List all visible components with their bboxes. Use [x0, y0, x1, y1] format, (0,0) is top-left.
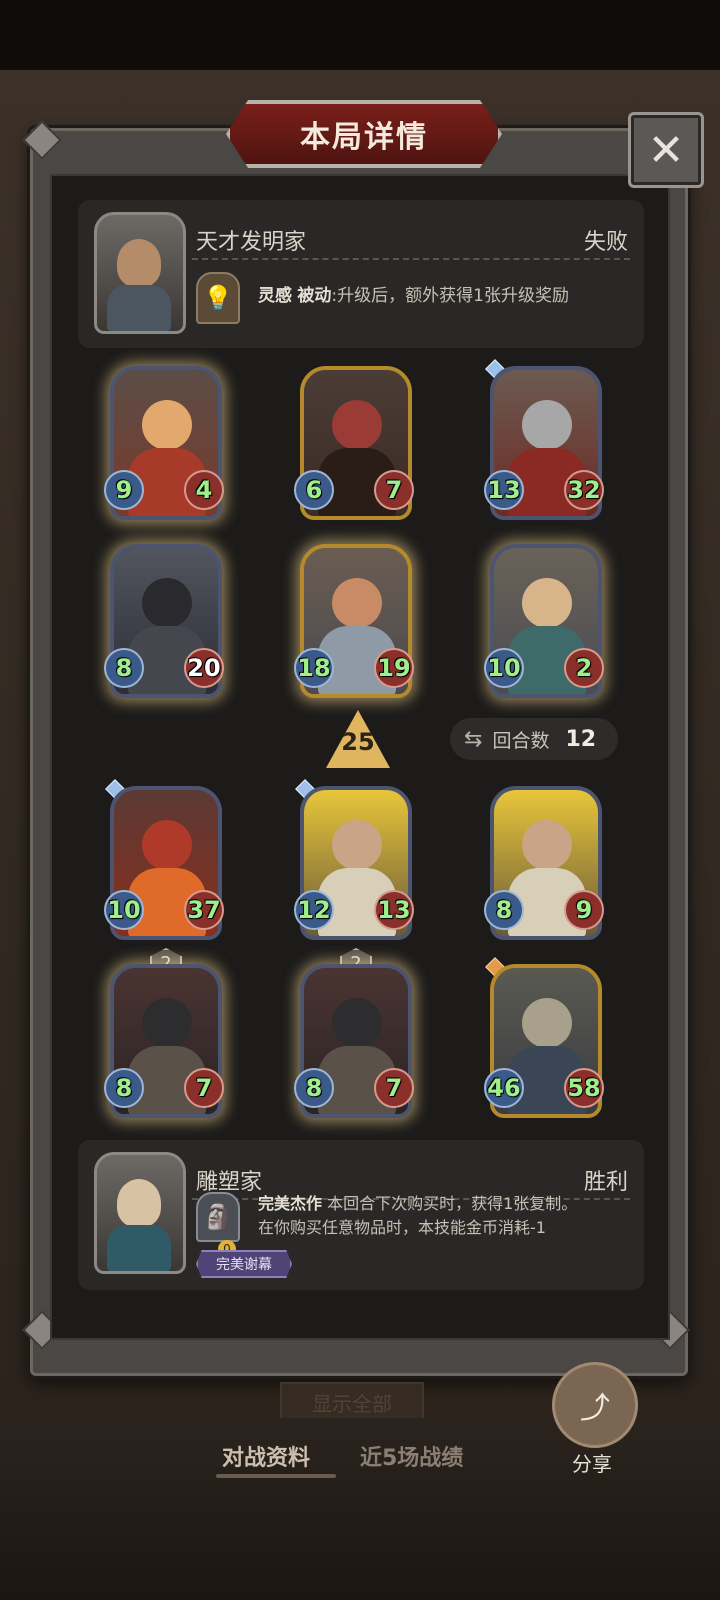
unit-card[interactable]: 10 2 — [484, 540, 604, 700]
avatar[interactable] — [94, 212, 186, 334]
player-info-loser: 天才发明家 失败 💡 灵感 被动:升级后，额外获得1张升级奖励 — [78, 200, 644, 348]
lightbulb-icon[interactable]: 💡 — [196, 272, 240, 324]
health-value: 7 — [374, 1068, 414, 1108]
unit-card[interactable]: 2 8 7 — [104, 948, 224, 1120]
attack-value: 12 — [294, 890, 334, 930]
health-value: 2 — [564, 648, 604, 688]
unit-card[interactable]: 6 7 — [294, 362, 414, 522]
unit-card[interactable]: 46 58 — [484, 957, 604, 1120]
health-value: 58 — [564, 1068, 604, 1108]
statue-icon[interactable]: 🗿 — [196, 1192, 240, 1242]
skill-description: 灵感 被动:升级后，额外获得1张升级奖励 — [258, 284, 626, 308]
health-value: 19 — [374, 648, 414, 688]
health-value: 7 — [184, 1068, 224, 1108]
unit-card[interactable]: 12 13 — [294, 779, 414, 942]
health-value: 37 — [184, 890, 224, 930]
health-value: 9 — [564, 890, 604, 930]
round-counter: ⇆ 回合数 12 — [450, 718, 618, 760]
attack-value: 8 — [294, 1068, 334, 1108]
attack-value: 8 — [104, 1068, 144, 1108]
attack-value: 10 — [104, 890, 144, 930]
skill-name: 灵感 — [258, 286, 292, 306]
skill-desc: :升级后，额外获得1张升级奖励 — [331, 286, 569, 306]
skill-name: 完美杰作 — [258, 1194, 323, 1213]
top-bar — [0, 0, 720, 70]
unit-card[interactable]: 18 19 — [294, 540, 414, 700]
tab-battle-info[interactable]: 对战资料 — [222, 1440, 310, 1472]
health-value: 32 — [564, 470, 604, 510]
attack-value: 13 — [484, 470, 524, 510]
active-tab-indicator — [216, 1474, 336, 1478]
unit-card[interactable]: 9 4 — [104, 362, 224, 522]
skill-desc: 在你购买任意物品时，本技能金币消耗-1 — [258, 1218, 546, 1237]
refresh-icon: ⇆ — [464, 726, 483, 752]
skill-desc: 本回合下次购买时，获得1张复制。 — [327, 1194, 578, 1213]
unit-card[interactable]: 2 8 7 — [294, 948, 414, 1120]
title-plate: 本局详情 — [226, 100, 502, 168]
close-icon: ✕ — [647, 124, 685, 176]
share-button[interactable]: ⤴ — [552, 1362, 638, 1448]
close-button[interactable]: ✕ — [628, 112, 704, 188]
avatar[interactable] — [94, 1152, 186, 1274]
page-title: 本局详情 — [300, 120, 428, 155]
divider — [192, 258, 630, 260]
health-value: 4 — [184, 470, 224, 510]
health-value: 20 — [184, 648, 224, 688]
player-info-winner: 雕塑家 胜利 🗿 0 完美杰作 本回合下次购买时，获得1张复制。 在你购买任意物… — [78, 1140, 644, 1290]
skill-type: 被动 — [297, 286, 332, 306]
unit-card[interactable]: 8 9 — [484, 782, 604, 942]
health-value: 7 — [374, 470, 414, 510]
unit-card[interactable]: 13 32 — [484, 359, 604, 522]
player-result: 失败 — [583, 230, 628, 255]
round-label: 回合数 — [492, 729, 550, 752]
attack-value: 6 — [294, 470, 334, 510]
skill-description: 完美杰作 本回合下次购买时，获得1张复制。 在你购买任意物品时，本技能金币消耗-… — [258, 1192, 626, 1240]
attack-value: 18 — [294, 648, 334, 688]
unit-card[interactable]: 10 37 — [104, 779, 224, 942]
attack-value: 46 — [484, 1068, 524, 1108]
player-name: 天才发明家 — [196, 230, 307, 255]
health-value: 13 — [374, 890, 414, 930]
title-badge: 完美谢幕 — [196, 1250, 292, 1278]
attack-value: 10 — [484, 648, 524, 688]
attack-value: 9 — [104, 470, 144, 510]
share-label: 分享 — [572, 1452, 612, 1476]
tab-recent-5-record[interactable]: 近5场战绩 — [360, 1440, 463, 1472]
player-name: 雕塑家 — [196, 1170, 263, 1195]
attack-value: 8 — [104, 648, 144, 688]
round-value: 12 — [565, 726, 597, 752]
unit-card[interactable]: 8 20 — [104, 540, 224, 700]
share-icon: ⤴ — [580, 1391, 610, 1426]
attack-value: 8 — [484, 890, 524, 930]
